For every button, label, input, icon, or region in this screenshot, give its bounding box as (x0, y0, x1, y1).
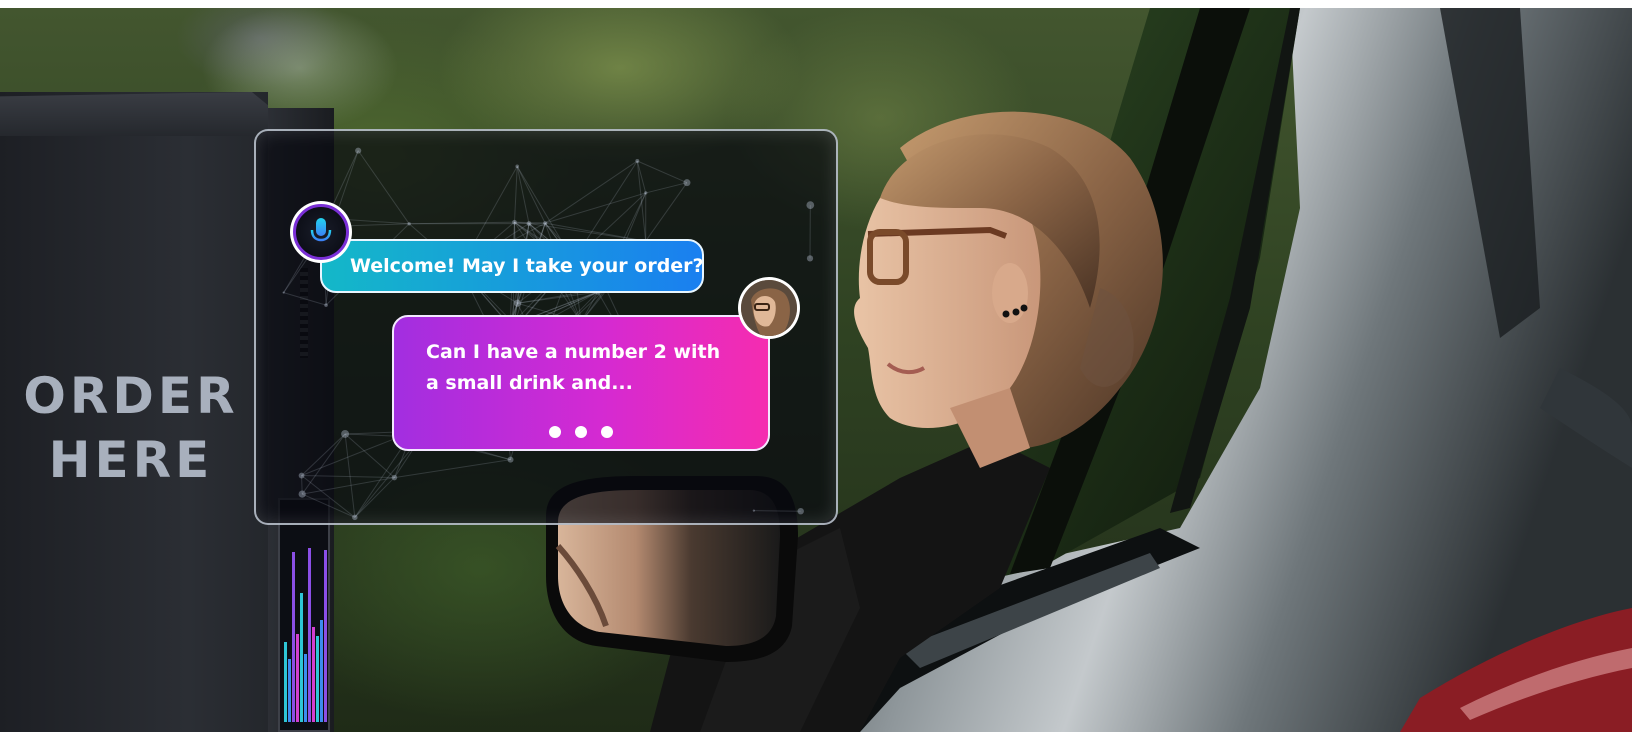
waveform-bar (288, 659, 291, 722)
waveform-bar (312, 627, 315, 722)
assistant-message-bubble: Welcome! May I take your order? (320, 239, 704, 293)
assistant-avatar (290, 201, 352, 263)
user-profile-photo (741, 280, 797, 336)
waveform-bar (300, 593, 303, 722)
kiosk-sign-line2: HERE (48, 431, 214, 489)
user-message-text: Can I have a number 2 with a small drink… (426, 341, 721, 394)
waveform-bar (292, 552, 295, 722)
waveform-bar (296, 634, 299, 722)
waveform-bar (308, 547, 311, 722)
microphone-icon (310, 218, 332, 246)
drive-thru-scene: ORDER HERE Welcome! May I take your orde… (0, 8, 1632, 732)
kiosk-sign: ORDER HERE (0, 364, 262, 492)
waveform-bar (284, 642, 287, 722)
waveform-bar (304, 654, 307, 722)
kiosk-top-bevel (0, 92, 268, 136)
waveform-bar (320, 619, 323, 722)
waveform-bar (316, 635, 319, 722)
user-avatar (738, 277, 800, 339)
order-kiosk: ORDER HERE (0, 92, 268, 732)
kiosk-sign-line1: ORDER (23, 367, 239, 425)
voice-ordering-chat-panel: Welcome! May I take your order? Can I ha… (254, 129, 838, 525)
audio-waveform-display (278, 498, 330, 732)
waveform-bar (324, 549, 327, 722)
assistant-message-text: Welcome! May I take your order? (350, 255, 704, 277)
typing-indicator-icon (394, 417, 768, 438)
user-message-bubble: Can I have a number 2 with a small drink… (392, 315, 770, 451)
